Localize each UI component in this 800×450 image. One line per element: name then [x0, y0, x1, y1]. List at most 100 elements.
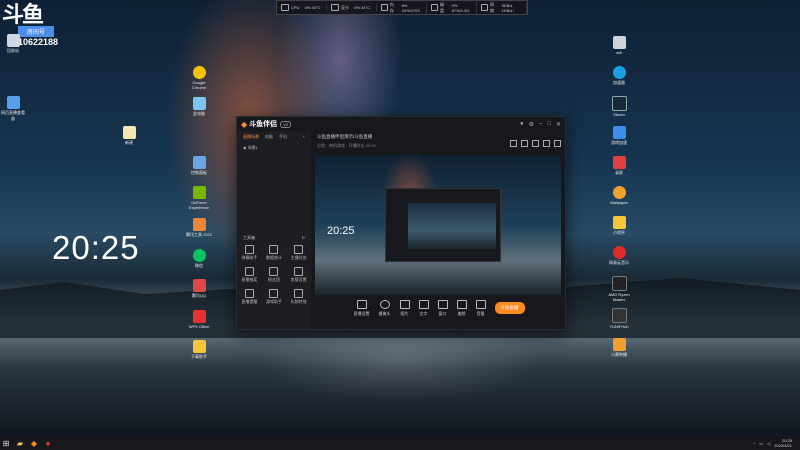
wechat-icon [192, 249, 206, 262]
desktop-icon[interactable]: 网页直播查看器 [0, 96, 26, 122]
tool-danmu[interactable]: 弹幕助手 [237, 245, 262, 261]
desktop-icon[interactable]: 网易云音乐 [606, 246, 632, 266]
tool-effects[interactable]: 礼物特效 [286, 289, 311, 305]
tab-pc[interactable]: 电脑 [265, 134, 273, 140]
douyu-icon: ◆ [30, 438, 38, 448]
tool-game[interactable]: 游戏助手 [262, 289, 287, 305]
scene-tabs: 直播场景 电脑 手机 + [237, 131, 311, 143]
desktop-icon[interactable]: 腾讯工具 2022 [186, 218, 212, 238]
toolbox: 工具箱 ↻ 弹幕助手 数据统计 主播任务 直播抽奖 粉丝团 房管设置 直播提醒 游… [237, 235, 311, 305]
button-label: 摄像头 [378, 310, 391, 316]
layout-icon[interactable] [510, 140, 517, 147]
tool-task[interactable]: 主播任务 [286, 245, 311, 261]
desktop-icon[interactable]: 小黄鸭播 [606, 338, 632, 358]
tool-stats[interactable]: 数据统计 [262, 245, 287, 261]
desktop-icon[interactable]: Wallpaper [606, 186, 632, 205]
volume-button[interactable]: 音量 [475, 299, 486, 317]
taskbar-app[interactable]: ◆ [28, 438, 40, 448]
tool-admin[interactable]: 房管设置 [286, 267, 311, 283]
text-button[interactable]: 文字 [418, 299, 429, 317]
accelerator-icon [612, 66, 626, 79]
tool-label: 直播抽奖 [241, 277, 258, 282]
desktop-icon-label: Wallpaper [610, 200, 628, 205]
desktop-icon[interactable]: 加速器 [606, 66, 632, 86]
share-icon[interactable] [554, 140, 561, 147]
tab-scene[interactable]: 直播场景 [243, 134, 259, 140]
window-button[interactable]: 窗口 [437, 299, 448, 317]
desktop-icon[interactable]: 新建 [116, 126, 142, 146]
desktop-icon[interactable]: 小程序 [606, 216, 632, 236]
volume-icon [475, 299, 486, 309]
taskbar: ⊞ ▰ ◆ ● ^ ▭ ◁ 20:25 2022/4/21 [0, 436, 800, 450]
gamepad-icon [269, 289, 279, 298]
desktop-icon-label: Steam [613, 112, 625, 117]
desktop-icon-label: 小黄鸭播 [611, 352, 627, 357]
scene-sidebar: 直播场景 电脑 手机 + ◉ 场景1 工具箱 ↻ 弹幕助手 数据统计 主播任务 直… [237, 131, 311, 329]
button-label: 音量 [476, 310, 485, 316]
button-label: 美颜 [457, 310, 466, 316]
close-icon[interactable]: ✕ [556, 121, 561, 128]
desktop-icon[interactable]: WPS Office [186, 310, 212, 329]
go-live-button[interactable]: 开始直播 [494, 302, 525, 314]
desktop-icon[interactable]: Google Chrome [186, 66, 212, 90]
live-settings-button[interactable]: 直播设置 [354, 299, 370, 317]
main-panel: 斗鱼直播伴侣演示/斗鱼直播 分类：单机游戏 · 开播时长 00:00 20:25… [313, 131, 565, 329]
camera-icon[interactable] [521, 140, 528, 147]
amd-icon [611, 276, 627, 291]
tool-lottery[interactable]: 直播抽奖 [237, 267, 262, 283]
tool-label: 直播提醒 [241, 299, 258, 304]
gpu-icon [331, 4, 339, 11]
taskbar-app[interactable]: ● [42, 438, 54, 448]
tool-remind[interactable]: 直播提醒 [237, 289, 262, 305]
desktop-icon[interactable]: 腾讯QQ [186, 279, 212, 299]
stream-preview[interactable]: 20:25 [315, 155, 561, 295]
hw-label: 磁盘 [439, 1, 444, 13]
camera-button[interactable]: 摄像头 [378, 299, 391, 317]
download-icon [192, 340, 206, 353]
desktop-icon[interactable]: 录屏 [606, 156, 632, 176]
desktop-icon[interactable]: wifi [606, 36, 632, 55]
maximize-icon[interactable]: □ [547, 121, 551, 128]
volume-icon[interactable]: ◁ [767, 441, 770, 446]
message-icon[interactable] [532, 140, 539, 147]
refresh-icon[interactable]: ↻ [302, 235, 305, 241]
add-tab-button[interactable]: + [303, 134, 305, 140]
hw-cell-disk: 磁盘 0% 87%/1.3G [427, 1, 477, 14]
more-icon[interactable] [543, 140, 550, 147]
network-icon[interactable]: ▭ [759, 441, 763, 446]
desktop-icon[interactable]: YUNiFHub [606, 308, 632, 329]
minimize-icon[interactable]: – [539, 121, 542, 128]
beauty-button[interactable]: 美颜 [456, 299, 467, 317]
beauty-icon [456, 299, 467, 309]
desktop-icon[interactable]: 回收站 [0, 34, 26, 54]
desktop-icon[interactable]: 此电脑 [186, 97, 212, 117]
preview-nested-window [385, 188, 501, 262]
avatar[interactable]: ● [520, 121, 524, 128]
taskbar-app[interactable]: ▰ [14, 438, 26, 448]
eye-icon[interactable]: ◉ [243, 145, 247, 150]
desktop-icon[interactable]: 微信 [186, 249, 212, 269]
image-button[interactable]: 图片 [399, 299, 410, 317]
hardware-monitor-bar: CPU 0% 40°C 显卡 0% 34°C 内存 6% 34%/1703 磁盘… [276, 0, 528, 15]
desktop-icon[interactable]: 下载助手 [186, 340, 212, 360]
desktop-icon-label: 录屏 [615, 170, 623, 175]
tool-label: 主播任务 [290, 255, 307, 260]
hw-value: 0% 87%/1.3G [451, 2, 470, 13]
settings-icon[interactable]: ⚙ [529, 121, 534, 128]
tool-icon [192, 218, 206, 231]
desktop-icon[interactable]: GeForce Experience [186, 186, 212, 210]
desktop-icon-label: 下载助手 [191, 354, 207, 359]
desktop-icon-label: 此电脑 [193, 111, 205, 116]
chevron-up-icon[interactable]: ^ [753, 441, 755, 446]
scene-item[interactable]: ◉ 场景1 [237, 143, 311, 153]
fans-icon [269, 267, 279, 276]
tool-fans[interactable]: 粉丝团 [262, 267, 287, 283]
tab-phone[interactable]: 手机 [279, 134, 287, 140]
start-button[interactable]: ⊞ [0, 438, 12, 448]
desktop-icon[interactable]: 游戏加速 [606, 126, 632, 146]
hw-value: 6% 34%/1703 [401, 2, 420, 13]
desktop-icon[interactable]: Steam [606, 96, 632, 117]
desktop-icon[interactable]: AMD Ryzen Master [606, 276, 632, 302]
taskbar-clock[interactable]: 20:25 2022/4/21 [774, 438, 792, 448]
desktop-icon[interactable]: 控制面板 [186, 156, 212, 176]
